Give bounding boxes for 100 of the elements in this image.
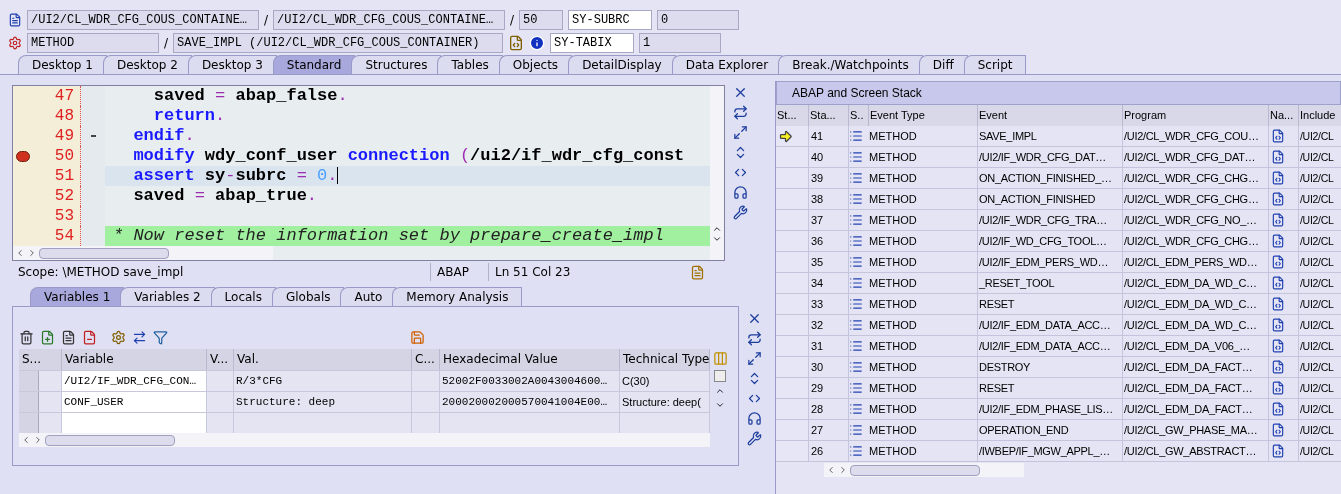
- scroll-right-icon[interactable]: [27, 248, 37, 258]
- scroll-right-icon[interactable]: [33, 435, 43, 445]
- source-icon[interactable]: [849, 360, 863, 374]
- navigate-icon[interactable]: [1271, 402, 1285, 416]
- transfer-icon[interactable]: [132, 329, 147, 345]
- navigate-icon[interactable]: [1271, 381, 1285, 395]
- tab[interactable]: Variables 1: [30, 287, 125, 306]
- tab[interactable]: Standard: [272, 55, 356, 74]
- stack-row[interactable]: 39 METHOD ON_ACTION_FINISHED_… /UI2/CL_WDR_CFG_CHG… /UI2/CL: [776, 168, 1341, 189]
- tab[interactable]: Auto: [340, 287, 397, 306]
- tab[interactable]: Variables 2: [120, 287, 215, 306]
- tab[interactable]: Script: [963, 55, 1027, 74]
- navigate-icon[interactable]: [1271, 297, 1285, 311]
- navigate-icon[interactable]: [1271, 276, 1285, 290]
- source-icon[interactable]: [849, 213, 863, 227]
- scroll-down-icon[interactable]: [712, 234, 722, 244]
- fold-marker[interactable]: [90, 135, 96, 137]
- column-header[interactable]: Hexadecimal Value: [440, 349, 620, 370]
- navigate-icon[interactable]: [1271, 423, 1285, 437]
- stack-row[interactable]: 41 METHOD SAVE_IMPL /UI2/CL_WDR_CFG_COU… /UI2/CL: [776, 126, 1341, 147]
- stack-row[interactable]: 33 METHOD RESET /UI2/CL_EDM_DA_WD_C… /UI2/CL: [776, 294, 1341, 315]
- headphones-icon[interactable]: [746, 411, 762, 426]
- stack-row[interactable]: 32 METHOD /UI2/IF_EDM_DATA_ACC… /UI2/CL_EDM_DA_WD_C… /UI2/CL: [776, 315, 1341, 336]
- swap-icon[interactable]: [746, 331, 762, 346]
- navigate-icon[interactable]: [1271, 192, 1285, 206]
- tab[interactable]: Desktop 2: [102, 55, 192, 74]
- source-icon[interactable]: [849, 444, 863, 458]
- navigate-icon[interactable]: [1271, 234, 1285, 248]
- stack-row[interactable]: 28 METHOD /UI2/IF_EDM_PHASE_LIS… /UI2/CL_EDM_DA_FACT… /UI2/CL: [776, 399, 1341, 420]
- maximize-icon[interactable]: [746, 351, 762, 366]
- navigate-icon[interactable]: [1271, 444, 1285, 458]
- tab[interactable]: Data Explorer: [671, 55, 783, 74]
- tab[interactable]: Objects: [498, 55, 573, 74]
- navigate-icon[interactable]: [1271, 129, 1285, 143]
- column-header[interactable]: V...: [207, 349, 234, 370]
- column-header[interactable]: C...: [412, 349, 440, 370]
- stack-row[interactable]: 37 METHOD /UI2/IF_WDR_CFG_TRA… /UI2/CL_WDR_CFG_NO_… /UI2/CL: [776, 210, 1341, 231]
- source-icon[interactable]: [849, 192, 863, 206]
- filter-icon[interactable]: [153, 329, 168, 345]
- remove-document-icon[interactable]: [82, 329, 97, 345]
- maximize-icon[interactable]: [732, 125, 748, 140]
- document-icon[interactable]: [61, 329, 76, 345]
- stack-row[interactable]: 36 METHOD /UI2/IF_WD_CFG_TOOL… /UI2/CL_WDR_CFG_CHG… /UI2/CL: [776, 231, 1341, 252]
- navigate-icon[interactable]: [1271, 150, 1285, 164]
- stack-row[interactable]: 35 METHOD /UI2/IF_EDM_PERS_WD… /UI2/CL_EDM_PERS_WD… /UI2/CL: [776, 252, 1341, 273]
- horizontal-scrollbar[interactable]: [824, 463, 1024, 477]
- navigate-icon[interactable]: [1271, 360, 1285, 374]
- source-icon[interactable]: [849, 276, 863, 290]
- stack-row[interactable]: 34 METHOD _RESET_TOOL /UI2/CL_EDM_DA_WD_C… /UI2/CL: [776, 273, 1341, 294]
- columns-icon[interactable]: [712, 351, 728, 366]
- editor-scrollbar[interactable]: [13, 246, 273, 260]
- source-icon[interactable]: [849, 402, 863, 416]
- navigate-icon[interactable]: [1271, 339, 1285, 353]
- info-icon[interactable]: [529, 35, 546, 51]
- save-icon[interactable]: [410, 329, 425, 345]
- tab[interactable]: Locals: [210, 287, 276, 306]
- document-icon[interactable]: [508, 35, 525, 51]
- stack-row[interactable]: 31 METHOD /UI2/IF_EDM_DATA_ACC… /UI2/CL_EDM_DA_V06_… /UI2/CL: [776, 336, 1341, 357]
- column-header[interactable]: Variable: [62, 349, 207, 370]
- tab[interactable]: DetailDisplay: [568, 55, 676, 74]
- scroll-thumb[interactable]: [714, 370, 726, 382]
- source-icon[interactable]: [849, 150, 863, 164]
- headphones-icon[interactable]: [732, 185, 748, 200]
- scroll-thumb[interactable]: [45, 434, 175, 446]
- source-icon[interactable]: [849, 339, 863, 353]
- scroll-left-icon[interactable]: [15, 248, 25, 258]
- scroll-up-icon[interactable]: [715, 386, 725, 396]
- tab[interactable]: Desktop 3: [187, 55, 277, 74]
- tab[interactable]: Structures: [351, 55, 442, 74]
- add-document-icon[interactable]: [40, 329, 55, 345]
- source-icon[interactable]: [849, 234, 863, 248]
- scroll-up-icon[interactable]: [712, 224, 722, 234]
- scroll-left-icon[interactable]: [21, 435, 31, 445]
- source-icon[interactable]: [849, 255, 863, 269]
- tab[interactable]: Break./Watchpoints: [778, 55, 923, 74]
- source-icon[interactable]: [849, 423, 863, 437]
- tool-icon[interactable]: [746, 431, 762, 446]
- stack-row[interactable]: 27 METHOD OPERATION_END /UI2/CL_GW_PHASE_MA… /UI2/CL: [776, 420, 1341, 441]
- tab[interactable]: Globals: [271, 287, 345, 306]
- gear-icon[interactable]: [111, 329, 126, 345]
- stack-row[interactable]: 26 METHOD /IWBEP/IF_MGW_APPL_… /UI2/CL_GW_ABSTRACT… /UI2/CL: [776, 441, 1341, 462]
- scroll-thumb[interactable]: [39, 247, 169, 259]
- stack-row[interactable]: 38 METHOD ON_ACTION_FINISHED /UI2/CL_WDR_CFG_CHG… /UI2/CL: [776, 189, 1341, 210]
- swap-icon[interactable]: [732, 105, 748, 120]
- scroll-thumb[interactable]: [850, 464, 980, 476]
- notes-icon[interactable]: [690, 264, 705, 280]
- stack-row[interactable]: 40 METHOD /UI2/IF_WDR_CFG_DAT… /UI2/CL_WDR_CFG_DAT… /UI2/CL: [776, 147, 1341, 168]
- navigate-icon[interactable]: [1271, 213, 1285, 227]
- source-icon[interactable]: [849, 297, 863, 311]
- navigate-icon[interactable]: [1271, 255, 1285, 269]
- scroll-right-icon[interactable]: [838, 465, 848, 475]
- navigate-icon[interactable]: [1271, 318, 1285, 332]
- tab[interactable]: Memory Analysis: [392, 287, 523, 306]
- stack-row[interactable]: 29 METHOD RESET /UI2/CL_EDM_DA_FACT… /UI2/CL: [776, 378, 1341, 399]
- navigate-icon[interactable]: [1271, 171, 1285, 185]
- stack-row[interactable]: 30 METHOD DESTROY /UI2/CL_EDM_DA_FACT… /UI2/CL: [776, 357, 1341, 378]
- tab[interactable]: Tables: [437, 55, 503, 74]
- column-header[interactable]: S...: [19, 349, 62, 370]
- delete-icon[interactable]: [19, 329, 34, 345]
- column-header[interactable]: Val.: [234, 349, 412, 370]
